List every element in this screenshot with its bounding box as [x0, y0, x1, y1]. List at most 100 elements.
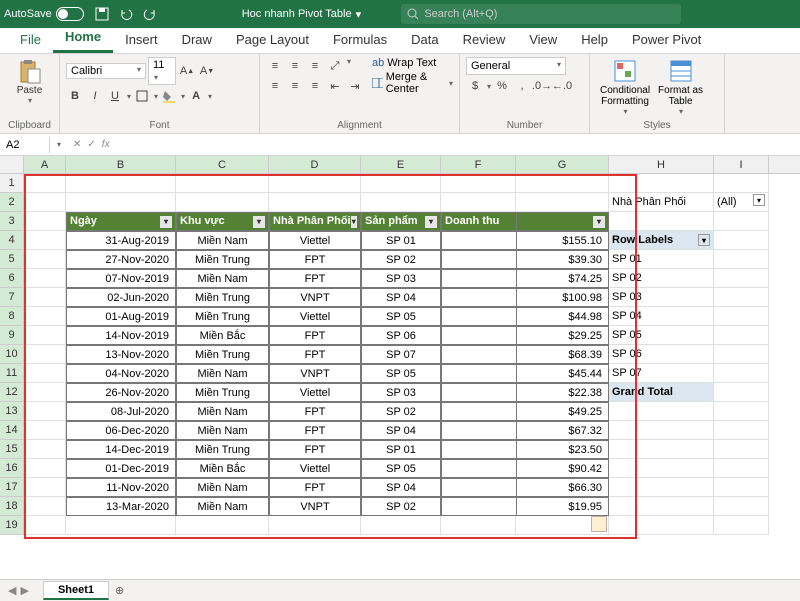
- sheet-nav-prev-icon[interactable]: ◀: [8, 584, 16, 597]
- cell[interactable]: Miền Nam: [176, 402, 269, 421]
- save-icon[interactable]: [90, 2, 114, 26]
- cell[interactable]: SP 02: [361, 402, 441, 421]
- cell[interactable]: [24, 212, 66, 231]
- redo-icon[interactable]: [138, 2, 162, 26]
- tab-power-pivot[interactable]: Power Pivot: [620, 28, 713, 53]
- comma-button[interactable]: ,: [513, 77, 531, 95]
- cell[interactable]: SP 05: [361, 307, 441, 326]
- cell[interactable]: [441, 478, 516, 497]
- row-header[interactable]: 18: [0, 497, 24, 516]
- cell[interactable]: Miền Trung: [176, 345, 269, 364]
- cell[interactable]: 27-Nov-2020: [66, 250, 176, 269]
- cell[interactable]: [176, 516, 269, 535]
- sheet-tab-sheet1[interactable]: Sheet1: [43, 581, 109, 600]
- fill-color-button[interactable]: [160, 87, 178, 105]
- cell[interactable]: [714, 421, 769, 440]
- cell[interactable]: [714, 326, 769, 345]
- cell[interactable]: SP 01: [361, 440, 441, 459]
- cell[interactable]: Miền Trung: [176, 250, 269, 269]
- cell[interactable]: $45.44: [516, 364, 609, 383]
- cell[interactable]: [24, 307, 66, 326]
- cell[interactable]: SP 01: [361, 231, 441, 250]
- currency-button[interactable]: $: [466, 77, 484, 95]
- cell[interactable]: Nhà Phân Phối: [609, 193, 714, 212]
- align-left-icon[interactable]: ≡: [266, 77, 284, 95]
- cell[interactable]: Row Labels▾: [609, 231, 714, 250]
- conditional-formatting-button[interactable]: Conditional Formatting▾: [596, 57, 654, 118]
- row-header[interactable]: 8: [0, 307, 24, 326]
- cell[interactable]: [24, 364, 66, 383]
- cell[interactable]: FPT: [269, 326, 361, 345]
- cell[interactable]: SP 07: [609, 364, 714, 383]
- cell[interactable]: [609, 212, 714, 231]
- cell[interactable]: Miền Nam: [176, 478, 269, 497]
- cell[interactable]: [66, 516, 176, 535]
- cell[interactable]: Miền Nam: [176, 497, 269, 516]
- cell[interactable]: [176, 193, 269, 212]
- row-header[interactable]: 10: [0, 345, 24, 364]
- row-header[interactable]: 2: [0, 193, 24, 212]
- filter-dropdown-icon[interactable]: ▾: [753, 194, 765, 206]
- cell[interactable]: [609, 440, 714, 459]
- group-alignment[interactable]: Alignment: [266, 118, 453, 133]
- decrease-decimal-icon[interactable]: ←.0: [553, 77, 571, 95]
- add-sheet-button[interactable]: ⊕: [115, 584, 124, 597]
- cell[interactable]: $67.32: [516, 421, 609, 440]
- cell[interactable]: $44.98: [516, 307, 609, 326]
- cell[interactable]: [441, 326, 516, 345]
- cell[interactable]: VNPT: [269, 288, 361, 307]
- cell[interactable]: [441, 307, 516, 326]
- cell[interactable]: Viettel: [269, 307, 361, 326]
- row-header[interactable]: 12: [0, 383, 24, 402]
- cell[interactable]: ▾: [516, 212, 609, 231]
- row-header[interactable]: 1: [0, 174, 24, 193]
- column-header[interactable]: I: [714, 156, 769, 173]
- cell[interactable]: [609, 478, 714, 497]
- cell[interactable]: SP 04: [609, 307, 714, 326]
- indent-increase-icon[interactable]: ⇥: [346, 77, 364, 95]
- decrease-font-icon[interactable]: A▼: [198, 62, 216, 80]
- cell[interactable]: $49.25: [516, 402, 609, 421]
- cell[interactable]: [441, 383, 516, 402]
- cell[interactable]: [609, 421, 714, 440]
- name-box[interactable]: A2: [0, 137, 50, 153]
- cell[interactable]: $66.30: [516, 478, 609, 497]
- cell[interactable]: [441, 288, 516, 307]
- row-header[interactable]: 3: [0, 212, 24, 231]
- cell[interactable]: 13-Nov-2020: [66, 345, 176, 364]
- cell[interactable]: VNPT: [269, 364, 361, 383]
- cell[interactable]: [441, 174, 516, 193]
- cell[interactable]: Khu vực▾: [176, 212, 269, 231]
- row-header[interactable]: 14: [0, 421, 24, 440]
- search-input[interactable]: [424, 8, 675, 20]
- align-right-icon[interactable]: ≡: [306, 77, 324, 95]
- cell[interactable]: [24, 421, 66, 440]
- cell[interactable]: [66, 174, 176, 193]
- filter-dropdown-icon[interactable]: ▾: [253, 216, 265, 228]
- cell[interactable]: Grand Total: [609, 383, 714, 402]
- align-center-icon[interactable]: ≡: [286, 77, 304, 95]
- cell[interactable]: [441, 250, 516, 269]
- cell[interactable]: [24, 288, 66, 307]
- font-size-select[interactable]: 11 ▾: [148, 57, 176, 85]
- percent-button[interactable]: %: [493, 77, 511, 95]
- cell[interactable]: SP 05: [361, 364, 441, 383]
- cell[interactable]: [714, 174, 769, 193]
- column-header[interactable]: G: [516, 156, 609, 173]
- cell[interactable]: [441, 231, 516, 250]
- cell[interactable]: [441, 459, 516, 478]
- cell[interactable]: FPT: [269, 250, 361, 269]
- cell[interactable]: [609, 402, 714, 421]
- cell[interactable]: [714, 231, 769, 250]
- cell[interactable]: $90.42: [516, 459, 609, 478]
- cell[interactable]: 01-Dec-2019: [66, 459, 176, 478]
- cell[interactable]: [24, 269, 66, 288]
- number-format-select[interactable]: General▾: [466, 57, 566, 75]
- font-color-button[interactable]: A: [187, 87, 205, 105]
- cell[interactable]: Miền Trung: [176, 307, 269, 326]
- cell[interactable]: Sản phẩm▾: [361, 212, 441, 231]
- cell[interactable]: [361, 193, 441, 212]
- cell[interactable]: SP 04: [361, 421, 441, 440]
- cell[interactable]: FPT: [269, 345, 361, 364]
- tab-view[interactable]: View: [517, 28, 569, 53]
